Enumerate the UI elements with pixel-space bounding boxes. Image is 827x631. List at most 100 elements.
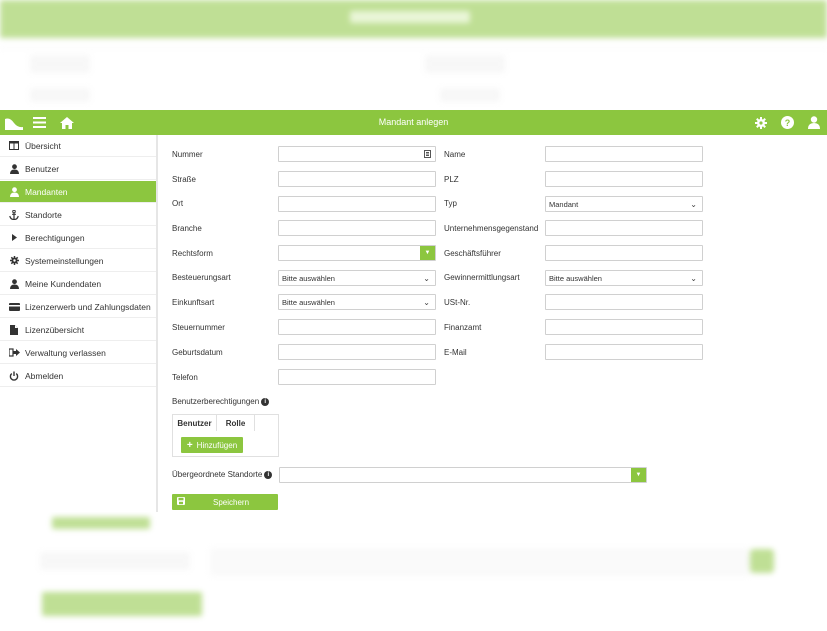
label-typ: Typ [444, 199, 457, 208]
sidebar-item-meine-kundendaten[interactable]: Meine Kundendaten [0, 273, 156, 295]
column-header-benutzer: Benutzer [173, 415, 217, 431]
ustnr-field[interactable] [545, 294, 703, 310]
name-field[interactable] [545, 146, 703, 162]
label-branche: Branche [172, 224, 202, 233]
info-icon[interactable]: i [264, 470, 273, 479]
einkunftsart-select[interactable]: Bitte auswählen ⌄ [278, 294, 436, 310]
chevron-down-icon: ⌄ [423, 298, 430, 307]
sidebar-item-standorte[interactable]: Standorte [0, 204, 156, 226]
save-icon [177, 497, 185, 507]
add-permission-button[interactable]: + Hinzufügen [181, 437, 243, 453]
label-unternehmensgegenstand: Unternehmensgegenstand [444, 224, 539, 233]
plus-icon: + [186, 439, 193, 451]
caret-right-icon [8, 234, 20, 241]
credit-card-icon [8, 302, 20, 311]
sidebar-item-label: Berechtigungen [25, 232, 85, 243]
sidebar-item-label: Benutzer [25, 163, 60, 174]
user-icon [8, 278, 20, 289]
ort-field[interactable] [278, 196, 436, 212]
chevron-down-icon[interactable]: ▼ [420, 246, 435, 260]
label-plz: PLZ [444, 175, 459, 184]
rechtsform-select[interactable]: ▼ [278, 245, 436, 261]
sidebar-item-abmelden[interactable]: Abmelden [0, 365, 156, 387]
geschaeftsfuehrer-field[interactable] [545, 245, 703, 261]
page-title: Mandant anlegen [378, 117, 449, 127]
chevron-down-icon: ⌄ [423, 274, 430, 283]
user-icon [8, 186, 20, 197]
gear-icon [8, 256, 20, 265]
label-geschaeftsfuehrer: Geschäftsführer [444, 249, 501, 258]
branche-field[interactable] [278, 220, 436, 236]
app-header: Mandant anlegen ? [0, 110, 827, 135]
label-gewinnermittlungsart: Gewinnermittlungsart [444, 273, 520, 282]
plz-field[interactable] [545, 171, 703, 187]
besteuerungsart-select[interactable]: Bitte auswählen ⌄ [278, 270, 436, 286]
unternehmensgegenstand-field[interactable] [545, 220, 703, 236]
svg-text:?: ? [785, 118, 791, 128]
label-email: E-Mail [444, 348, 467, 357]
label-name: Name [444, 150, 466, 159]
sidebar-item-label: Lizenzerwerb und Zahlungsdaten [25, 301, 151, 312]
label-benutzerberechtigungen: Benutzerberechtigungen i [172, 397, 270, 406]
user-icon [8, 163, 20, 174]
power-icon [8, 371, 20, 381]
label-steuernummer: Steuernummer [172, 323, 225, 332]
column-header-rolle: Rolle [217, 415, 255, 431]
sidebar-item-verwaltung-verlassen[interactable]: Verwaltung verlassen [0, 342, 156, 364]
sidebar-item-systemeinstellungen[interactable]: Systemeinstellungen [0, 250, 156, 272]
label-ort: Ort [172, 199, 184, 208]
sidebar: Übersicht Benutzer Mandanten Standorte B… [0, 135, 156, 512]
sidebar-item-uebersicht[interactable]: Übersicht [0, 135, 156, 157]
chevron-down-icon: ⌄ [690, 200, 697, 209]
label-besteuerungsart: Besteuerungsart [172, 273, 231, 282]
dialog-mandant-anlegen: Mandant anlegen ? Übersicht Benutzer Man… [0, 110, 827, 512]
background-topbar [0, 0, 827, 38]
strasse-field[interactable] [278, 171, 436, 187]
sidebar-item-label: Standorte [25, 209, 62, 220]
finanzamt-field[interactable] [545, 319, 703, 335]
help-icon[interactable]: ? [779, 114, 796, 131]
sidebar-item-benutzer[interactable]: Benutzer [0, 158, 156, 180]
sidebar-item-label: Verwaltung verlassen [25, 347, 106, 358]
label-rechtsform: Rechtsform [172, 249, 213, 258]
label-strasse: Straße [172, 175, 197, 184]
user-icon[interactable] [805, 114, 822, 131]
chevron-down-icon[interactable]: ▼ [631, 468, 646, 482]
sidebar-item-berechtigungen[interactable]: Berechtigungen [0, 227, 156, 249]
telefon-field[interactable] [278, 369, 436, 385]
file-icon [8, 324, 20, 335]
geburtsdatum-field[interactable] [278, 344, 436, 360]
label-uebergeordnete-standorte: Übergeordnete Standorte i [172, 470, 273, 479]
label-nummer: Nummer [172, 150, 203, 159]
label-finanzamt: Finanzamt [444, 323, 482, 332]
list-icon[interactable] [424, 150, 431, 160]
sidebar-item-mandanten[interactable]: Mandanten [0, 181, 156, 203]
typ-select[interactable]: Mandant ⌄ [545, 196, 703, 212]
sidebar-item-label: Meine Kundendaten [25, 278, 102, 289]
standorte-select[interactable]: ▼ [279, 467, 647, 483]
gewinnermittlungsart-select[interactable]: Bitte auswählen ⌄ [545, 270, 703, 286]
label-ustnr: USt-Nr. [444, 298, 471, 307]
label-geburtsdatum: Geburtsdatum [172, 348, 223, 357]
email-field[interactable] [545, 344, 703, 360]
chevron-down-icon: ⌄ [690, 274, 697, 283]
steuernummer-field[interactable] [278, 319, 436, 335]
label-telefon: Telefon [172, 373, 198, 382]
sidebar-divider [156, 135, 158, 512]
gear-icon[interactable] [752, 114, 769, 131]
table-icon [8, 141, 20, 150]
info-icon[interactable]: i [261, 397, 270, 406]
sign-out-icon [8, 348, 20, 357]
label-einkunftsart: Einkunftsart [172, 298, 215, 307]
sidebar-item-lizenzuebersicht[interactable]: Lizenzübersicht [0, 319, 156, 341]
sidebar-item-label: Abmelden [25, 370, 64, 381]
sidebar-item-label: Übersicht [25, 140, 61, 151]
sidebar-item-label: Lizenzübersicht [25, 324, 85, 335]
sidebar-item-lizenzerwerb[interactable]: Lizenzerwerb und Zahlungsdaten [0, 296, 156, 318]
save-button[interactable]: Speichern [172, 494, 278, 510]
sidebar-item-label: Mandanten [25, 186, 68, 197]
sidebar-item-label: Systemeinstellungen [25, 255, 104, 266]
anchor-icon [8, 209, 20, 220]
permissions-table: Benutzer Rolle + Hinzufügen [172, 414, 279, 457]
nummer-field[interactable] [278, 146, 436, 162]
